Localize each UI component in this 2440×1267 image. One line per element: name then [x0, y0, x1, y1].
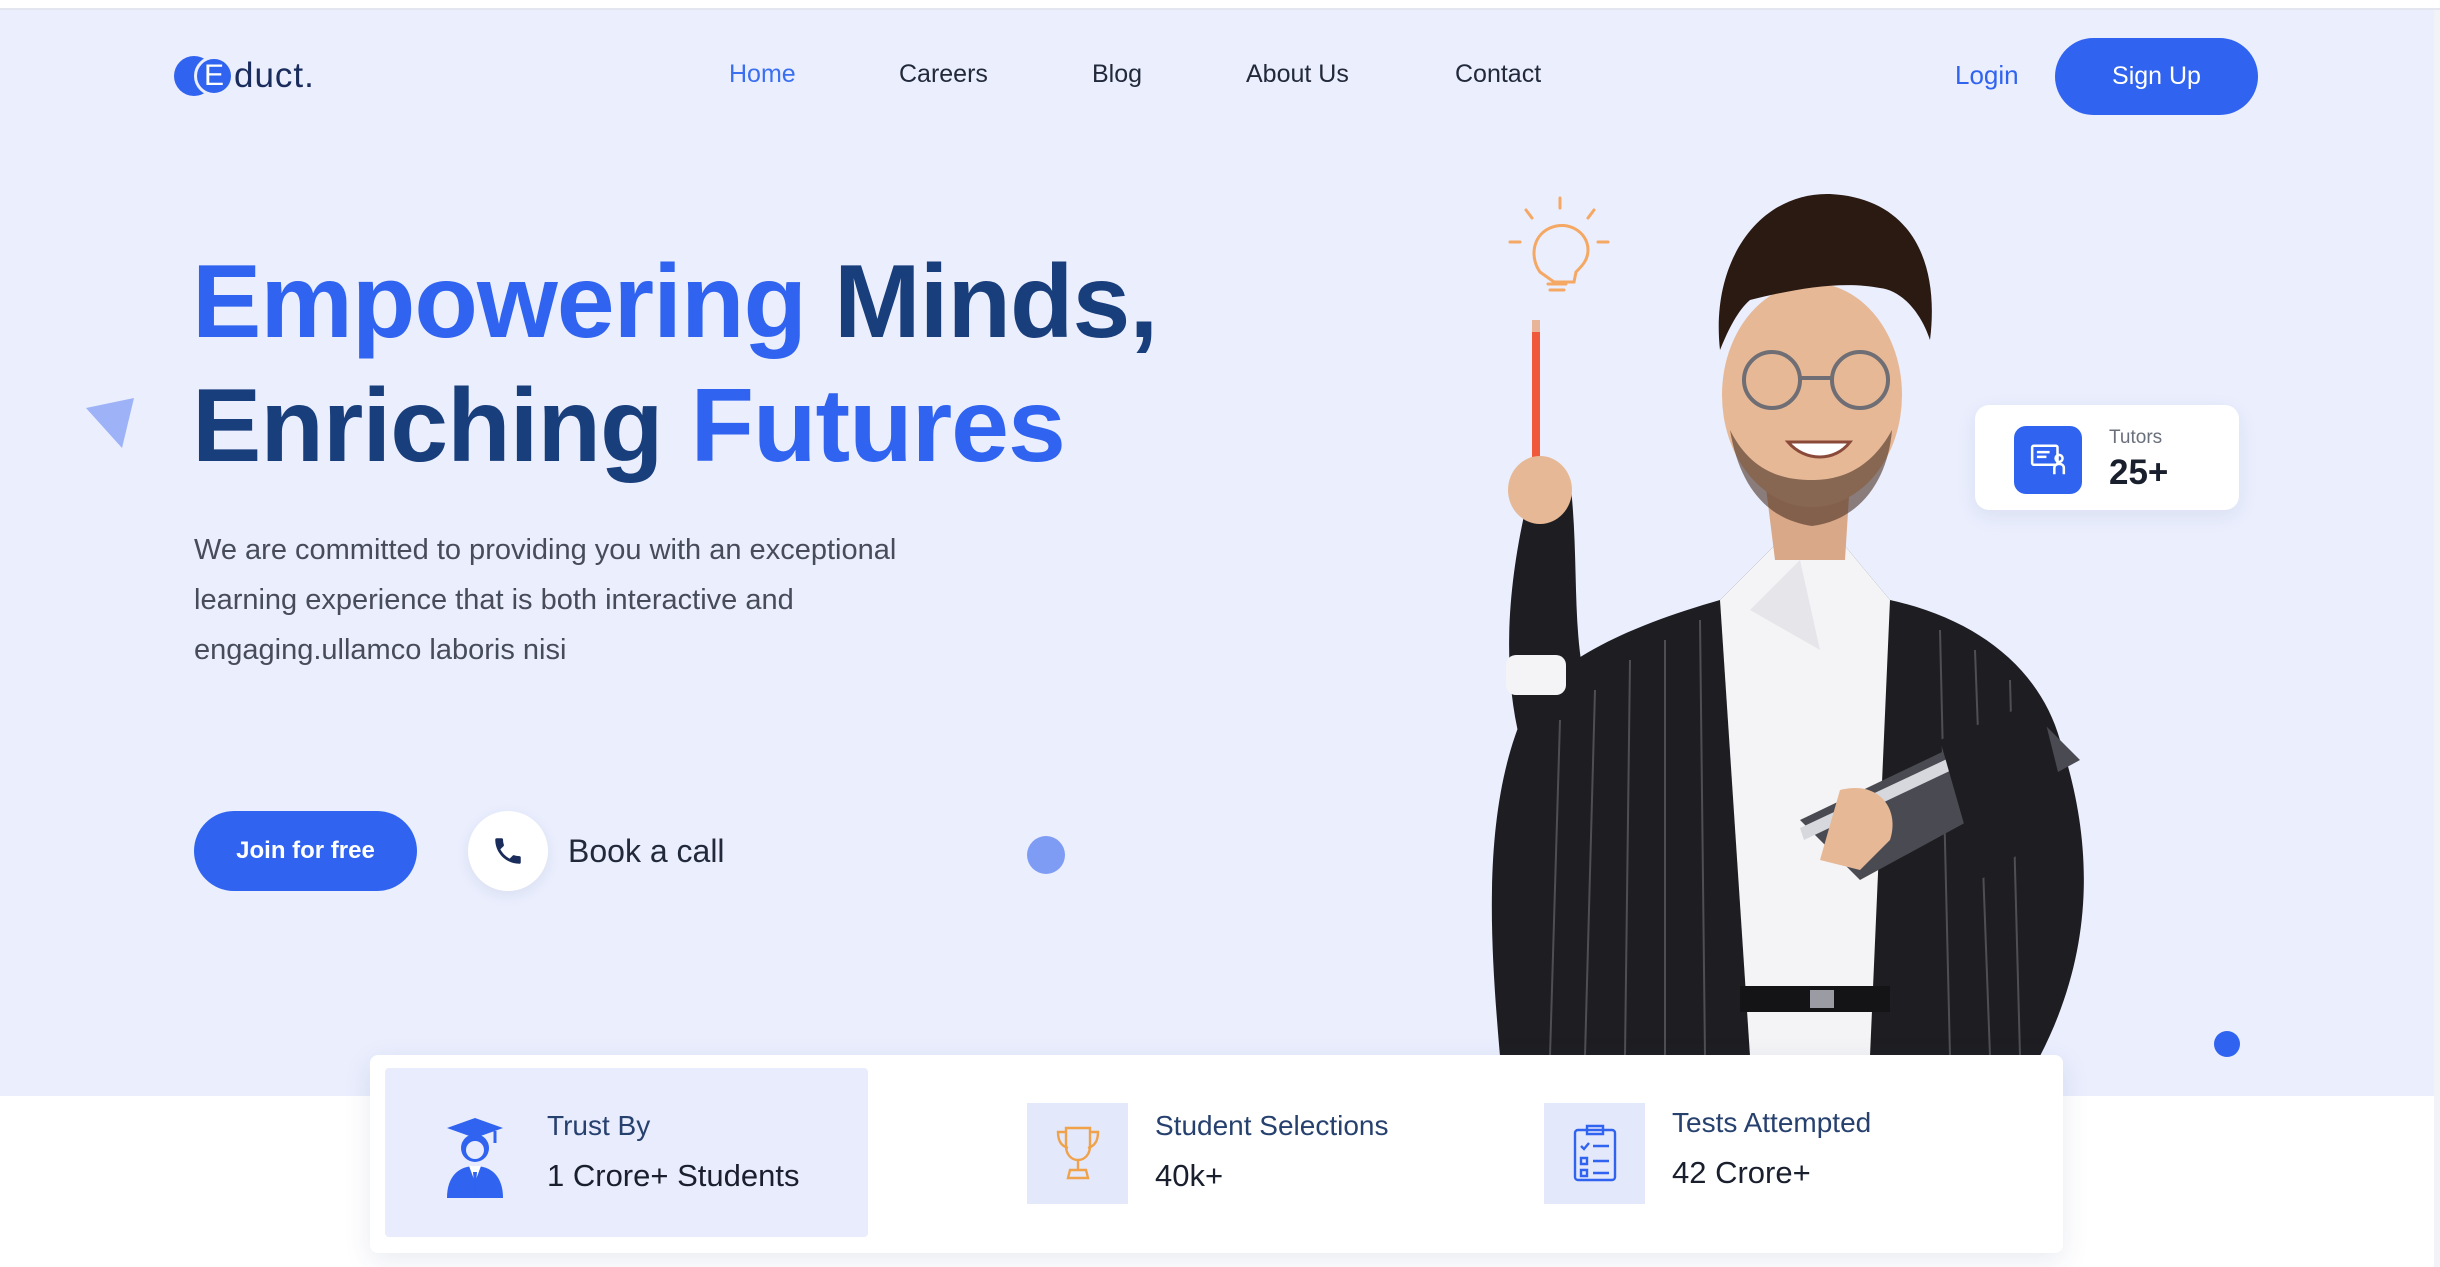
hero-description: We are committed to providing you with a…: [194, 534, 897, 666]
tutors-value: 25+: [2109, 453, 2169, 492]
book-call-button[interactable]: Book a call: [468, 811, 725, 891]
tutor-board-icon: [2014, 426, 2082, 494]
logo-letter: E: [203, 59, 224, 92]
logo-mark-icon: E: [174, 56, 236, 96]
headline-enriching: Enriching: [192, 368, 691, 484]
lightbulb-icon: [1508, 196, 1610, 292]
tutors-card: Tutors 25+: [1975, 405, 2239, 510]
pencil-icon: [1532, 320, 1540, 470]
stats-bar: Trust By 1 Crore+ Students Student Selec…: [370, 1055, 2063, 1253]
page-scroll-edge: [2434, 10, 2440, 1267]
top-border: [0, 0, 2440, 10]
signup-button[interactable]: Sign Up: [2055, 38, 2258, 115]
login-link[interactable]: Login: [1955, 60, 2019, 91]
stat-trust-value: 1 Crore+ Students: [547, 1158, 800, 1193]
tutors-label: Tutors: [2109, 427, 2163, 448]
nav-about-us[interactable]: About Us: [1246, 60, 1349, 89]
headline-futures: Futures: [690, 368, 1065, 484]
nav-home[interactable]: Home: [729, 60, 796, 89]
hero-headline: Empowering Minds, Enriching Futures: [192, 240, 1158, 488]
stat-selections-label: Student Selections: [1155, 1110, 1389, 1141]
nav-careers[interactable]: Careers: [899, 60, 988, 89]
stat-trust-label: Trust By: [547, 1110, 651, 1141]
nav-blog[interactable]: Blog: [1092, 60, 1142, 89]
phone-icon: [468, 811, 548, 891]
join-for-free-button[interactable]: Join for free: [194, 811, 417, 891]
dot-decoration-small: [2214, 1031, 2240, 1057]
stat-tests-label: Tests Attempted: [1672, 1107, 1872, 1138]
book-call-label: Book a call: [568, 832, 725, 869]
graduate-icon: [441, 1114, 509, 1198]
stat-trust: Trust By 1 Crore+ Students: [385, 1068, 868, 1237]
checklist-icon: [1544, 1103, 1645, 1204]
stat-selections-value: 40k+: [1155, 1158, 1224, 1193]
teacher-photo: [1491, 193, 2084, 1056]
logo-text: duct.: [234, 56, 315, 95]
dot-decoration: [1027, 836, 1065, 874]
headline-minds: Minds,: [806, 244, 1158, 360]
trophy-icon: [1027, 1103, 1128, 1204]
brand-logo[interactable]: E duct.: [174, 56, 315, 96]
nav-contact[interactable]: Contact: [1455, 60, 1541, 89]
triangle-decoration: [86, 398, 136, 455]
headline-empowering: Empowering: [192, 244, 807, 360]
stat-tests-value: 42 Crore+: [1672, 1155, 1811, 1190]
